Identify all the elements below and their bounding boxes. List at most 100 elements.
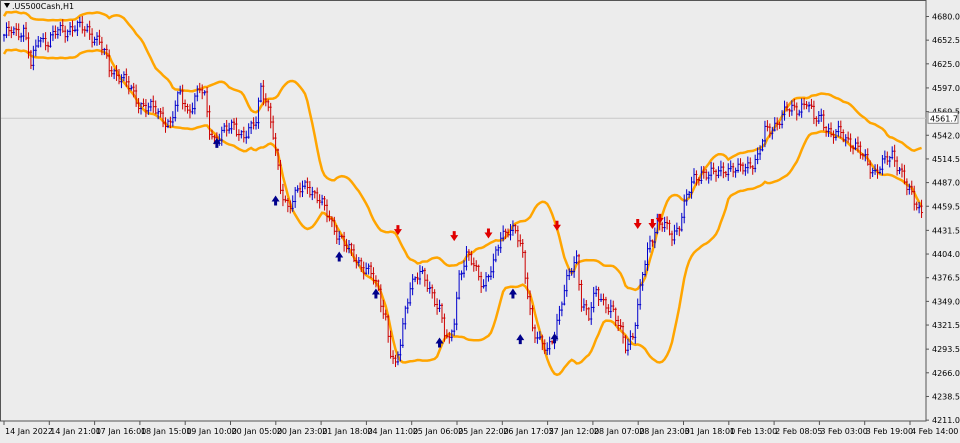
- candle: [766, 120, 769, 132]
- candle: [727, 163, 730, 181]
- candle: [250, 120, 253, 135]
- buy-arrow-icon: [508, 288, 517, 299]
- candle: [800, 98, 804, 118]
- candle: [15, 23, 18, 37]
- candle: [323, 196, 327, 211]
- candle: [91, 28, 94, 48]
- candle: [888, 155, 892, 168]
- x-tick-label: 20 Jan 05:00: [232, 427, 283, 436]
- candle: [453, 318, 456, 336]
- symbol-label: .US500Cash,H1: [12, 2, 75, 11]
- y-tick-label: 4597.0: [932, 84, 960, 93]
- candle: [313, 190, 317, 199]
- candle: [25, 22, 28, 41]
- candle: [619, 319, 623, 330]
- buy-arrow-icon: [335, 251, 344, 262]
- x-tick-label: 31 Jan 18:00: [685, 427, 736, 436]
- candle: [729, 160, 733, 172]
- candle: [487, 274, 490, 282]
- candle: [404, 305, 407, 330]
- candle: [193, 93, 197, 115]
- candle: [247, 123, 251, 139]
- candle: [252, 117, 256, 130]
- candle: [431, 284, 434, 299]
- candle: [37, 35, 40, 48]
- time-axis[interactable]: 14 Jan 202214 Jan 21:0017 Jan 16:0018 Ja…: [3, 421, 958, 436]
- candle: [788, 108, 791, 117]
- chart-window[interactable]: .US500Cash,H1 4680.0 4652.5 4625.0 4597.0 45…: [0, 0, 960, 439]
- plot-border: [0, 0, 927, 422]
- y-tick-label: 4625.0: [932, 60, 960, 69]
- candle: [269, 102, 273, 129]
- candle: [609, 299, 613, 319]
- candle: [144, 99, 148, 118]
- candle: [20, 32, 23, 43]
- candle: [7, 21, 11, 37]
- candle: [81, 16, 84, 34]
- candle: [47, 41, 50, 53]
- candle: [98, 29, 101, 45]
- candle: [707, 171, 711, 184]
- candle: [499, 232, 503, 253]
- candle: [294, 187, 297, 208]
- candle: [847, 131, 850, 143]
- candle: [732, 162, 735, 178]
- candle: [881, 154, 884, 176]
- candle: [149, 98, 153, 112]
- candle: [56, 26, 60, 39]
- candle: [524, 250, 527, 284]
- candle: [670, 230, 674, 247]
- x-tick-label: 28 Jan 07:00: [594, 427, 645, 436]
- candle: [59, 21, 62, 37]
- candle: [306, 177, 309, 194]
- candle: [54, 25, 57, 39]
- candle: [803, 97, 806, 110]
- candle: [631, 332, 635, 340]
- candle: [455, 291, 459, 331]
- candle: [105, 44, 109, 59]
- candle: [152, 95, 155, 113]
- candle: [421, 266, 424, 275]
- candle: [592, 286, 596, 313]
- candle: [433, 289, 437, 307]
- sell-arrow-icon: [450, 231, 459, 242]
- candle: [188, 104, 192, 119]
- y-tick-label: 4652.5: [932, 36, 960, 45]
- candle: [29, 49, 33, 70]
- candle: [489, 266, 493, 280]
- x-tick-label: 25 Jan 06:00: [413, 427, 464, 436]
- x-tick-label: 28 Jan 23:00: [639, 427, 690, 436]
- chart-svg[interactable]: 4680.04652.54625.04597.04569.54542.04514…: [0, 0, 960, 439]
- y-tick-label: 4238.5: [932, 392, 960, 401]
- price-marker-label: 4561.7: [930, 114, 958, 123]
- candle: [830, 122, 833, 138]
- candle: [267, 99, 270, 112]
- y-tick-label: 4321.5: [932, 321, 960, 330]
- candle: [832, 130, 835, 144]
- candle: [208, 105, 212, 140]
- candle: [563, 284, 566, 306]
- candle: [88, 20, 92, 40]
- candle: [712, 162, 716, 175]
- candle: [186, 103, 190, 114]
- candle: [228, 122, 231, 134]
- y-tick-label: 4487.0: [932, 179, 960, 188]
- candle: [230, 119, 234, 134]
- x-tick-label: 24 Jan 11:00: [367, 427, 418, 436]
- price-axis[interactable]: 4680.04652.54625.04597.04569.54542.04514…: [926, 12, 960, 425]
- candle: [418, 265, 422, 285]
- candle: [666, 216, 669, 230]
- x-tick-label: 18 Jan 15:00: [141, 427, 192, 436]
- candle: [810, 98, 813, 109]
- x-tick-label: 14 Jan 2022: [5, 427, 53, 436]
- candle: [812, 100, 816, 125]
- buy-arrow-icon: [271, 195, 280, 206]
- candle: [17, 23, 21, 41]
- candle: [808, 101, 811, 113]
- candle: [741, 162, 745, 175]
- candle: [482, 279, 486, 289]
- candle: [365, 262, 368, 275]
- candle: [318, 194, 322, 209]
- candle: [715, 169, 718, 182]
- candle: [257, 97, 260, 129]
